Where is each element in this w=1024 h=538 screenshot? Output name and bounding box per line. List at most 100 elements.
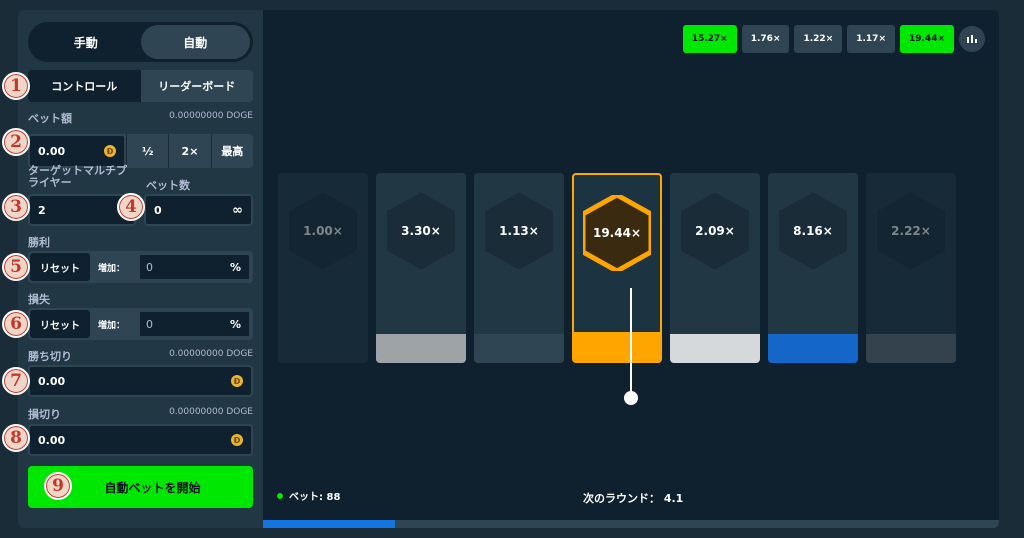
on-win-percent-input[interactable]: 0 % [138,253,251,281]
multiplier-label: 2.22× [891,224,931,238]
status-dot [277,492,283,499]
sidebar: 手動 自動 コントロール リーダーボード ベット額 0.00000000 DOG… [18,10,263,528]
manual-mode-button[interactable]: 手動 [31,25,141,59]
annotation-badge-5: 5 [2,253,30,281]
multiplier-color-bar [768,334,858,363]
next-round-timer: 次のラウンド： 4.1 [583,492,684,505]
history-icon-glyph [967,35,977,43]
hexagon-icon: 2.09× [680,192,750,270]
multiplier-card: 2.22× [866,173,956,363]
hexagon-icon: 19.44× [580,192,654,274]
annotation-badge-6: 6 [2,310,30,338]
on-loss-reset-button[interactable]: リセット [30,310,90,338]
on-win-group: リセット 増加： 0 % [28,251,253,283]
multiplier-color-bar [474,334,564,363]
stop-loss-balance: 0.00000000 DOGE [169,407,253,417]
on-loss-group: リセット 増加： 0 % [28,308,253,340]
hexagon-icon: 8.16× [778,192,848,270]
stop-profit-label: 勝ち切り [28,350,72,363]
history-item[interactable]: 1.22× [794,25,843,53]
stop-loss-input[interactable]: 0.00 Ð [28,424,253,456]
hexagon-icon: 2.22× [876,192,946,270]
max-bet-button[interactable]: 最高 [210,134,253,168]
stop-profit-balance: 0.00000000 DOGE [169,349,253,359]
target-multiplier-value: 2 [38,203,46,217]
stop-loss-value: 0.00 [38,433,66,447]
bet-amount-group: 0.00 Ð ½ 2× 最高 [28,134,253,168]
history-item[interactable]: 1.17× [847,25,895,53]
double-bet-button[interactable]: 2× [168,134,210,168]
round-progress-fill [263,520,396,528]
multiplier-color-bar [574,332,660,361]
on-win-reset-button[interactable]: リセット [30,253,90,281]
annotation-badge-8: 8 [2,424,30,452]
tab-row: コントロール リーダーボード [28,70,253,102]
auto-mode-button[interactable]: 自動 [140,25,250,59]
bet-count-label: ベット数 [146,179,190,192]
stop-profit-value: 0.00 [38,374,66,388]
annotation-badge-3: 3 [2,193,30,221]
percent-icon: % [229,260,241,274]
percent-icon: % [229,317,241,331]
bet-amount-value: 0.00 [38,144,66,158]
tab-control[interactable]: コントロール [28,70,141,102]
multiplier-color-bar [866,334,956,363]
multiplier-card: 8.16× [768,173,858,363]
pointer-dot [624,391,638,405]
doge-coin-icon: Ð [231,434,243,446]
infinity-icon[interactable]: ∞ [232,203,243,218]
stop-loss-label: 損切り [28,408,61,421]
bet-count-input[interactable]: 0 ∞ [144,194,253,226]
game-area: 15.27× 1.76× 1.22× 1.17× 19.44× 1.00× 3.3… [263,10,999,528]
doge-coin-icon: Ð [104,145,116,157]
on-win-label: 勝利 [28,236,50,249]
multiplier-card: 3.30× [376,173,466,363]
multiplier-card: 2.09× [670,173,760,363]
hexagon-icon: 1.13× [484,192,554,270]
mode-toggle: 手動 自動 [28,22,253,62]
annotation-badge-7: 7 [2,367,30,395]
multiplier-label: 19.44× [592,226,641,240]
pointer-needle [630,288,632,398]
bet-count-indicator: ベット: 88 [277,488,340,503]
tab-leaderboard[interactable]: リーダーボード [140,70,253,102]
multiplier-card: 19.44× [572,173,662,363]
target-multiplier-label-line2: ライヤー [28,176,72,189]
annotation-badge-9: 9 [44,472,72,500]
half-bet-button[interactable]: ½ [126,134,168,168]
history-item[interactable]: 1.76× [741,25,790,53]
hexagon-icon: 1.00× [288,192,358,270]
multiplier-card: 1.00× [278,173,368,363]
history-item[interactable]: 15.27× [682,25,737,53]
on-win-percent-value: 0 [146,260,153,274]
doge-coin-icon: Ð [231,375,243,387]
bet-balance: 0.00000000 DOGE [169,111,253,121]
on-loss-label: 損失 [28,293,50,306]
annotation-badge-2: 2 [2,128,30,156]
multiplier-card: 1.13× [474,173,564,363]
annotation-badge-1: 1 [2,72,30,100]
bet-count-text: ベット: 88 [289,492,341,503]
bet-amount-input[interactable]: 0.00 Ð [28,134,126,168]
multiplier-label: 1.13× [499,224,539,238]
history-item[interactable]: 19.44× [899,25,954,53]
multiplier-label: 2.09× [695,224,735,238]
stop-profit-input[interactable]: 0.00 Ð [28,365,253,397]
multiplier-color-bar [278,334,368,363]
on-loss-increase-label: 増加： [98,320,126,331]
target-multiplier-label: ターゲットマルチプ ライヤー [28,165,127,189]
round-progress-bar [263,520,999,528]
multiplier-label: 3.30× [401,224,441,238]
bet-amount-label: ベット額 [28,112,72,125]
multiplier-color-bar [670,334,760,363]
multiplier-color-bar [376,334,466,363]
on-loss-percent-input[interactable]: 0 % [138,310,251,338]
multiplier-label: 1.00× [303,224,343,238]
bet-count-value: 0 [154,203,162,217]
history-bar: 15.27× 1.76× 1.22× 1.17× 19.44× [682,25,985,53]
history-icon[interactable] [959,26,985,52]
on-loss-percent-value: 0 [146,317,153,331]
multiplier-label: 8.16× [793,224,833,238]
annotation-badge-4: 4 [117,193,145,221]
hexagon-icon: 3.30× [386,192,456,270]
